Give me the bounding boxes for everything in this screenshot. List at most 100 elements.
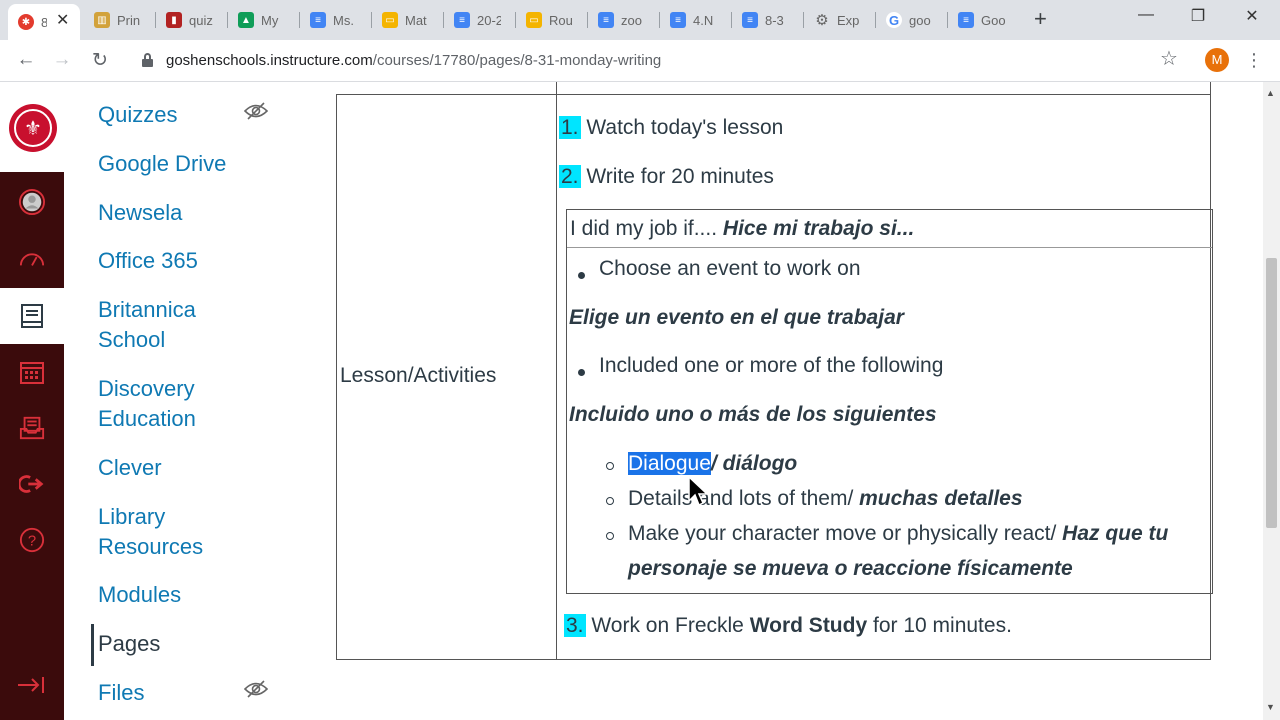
bullet-2-es: Incluido uno o más de los siguientes bbox=[569, 403, 937, 426]
nav-dashboard[interactable] bbox=[0, 230, 64, 286]
bullet-1-es: Elige un evento en el que trabajar bbox=[569, 306, 904, 329]
lock-icon bbox=[142, 53, 153, 67]
tab-title: quiz bbox=[189, 12, 213, 28]
sub-bullet bbox=[606, 462, 614, 470]
course-nav-office-365[interactable]: Office 365 bbox=[98, 246, 198, 276]
url-path: /courses/17780/pages/8-31-monday-writing bbox=[372, 52, 662, 69]
account-icon bbox=[19, 189, 45, 215]
inbox-icon bbox=[19, 415, 45, 441]
library-icon: ▥ bbox=[94, 12, 110, 28]
url-text: goshenschools.instructure.com/courses/17… bbox=[166, 52, 661, 69]
tab-my-drive[interactable]: ▲ My bbox=[228, 6, 298, 34]
sub-item-dialogue: Dialogue/ diálogo bbox=[628, 452, 797, 476]
hidden-eye-icon bbox=[244, 680, 268, 698]
course-nav-quizzes[interactable]: Quizzes bbox=[98, 100, 177, 130]
scrollbar-thumb[interactable] bbox=[1266, 258, 1277, 528]
restore-button[interactable]: ❐ bbox=[1178, 6, 1218, 26]
course-nav-britannica[interactable]: Britannica School bbox=[98, 295, 228, 355]
step-2: 2. Write for 20 minutes bbox=[559, 165, 774, 189]
nav-commons[interactable] bbox=[0, 456, 64, 512]
close-tab-icon[interactable]: ✕ bbox=[56, 10, 69, 30]
address-bar[interactable]: goshenschools.instructure.com/courses/17… bbox=[130, 45, 1200, 77]
tab-prin[interactable]: ▥ Prin bbox=[84, 6, 154, 34]
close-window-button[interactable]: ✕ bbox=[1232, 6, 1272, 26]
commons-arrow-icon bbox=[19, 471, 45, 497]
scroll-down-arrow[interactable]: ▼ bbox=[1266, 702, 1275, 712]
course-nav-clever[interactable]: Clever bbox=[98, 453, 162, 483]
selected-text[interactable]: Dialogue bbox=[628, 452, 711, 475]
step-number: 1. bbox=[559, 116, 581, 139]
course-nav-library[interactable]: Library Resources bbox=[98, 502, 228, 562]
tab-title: Rou bbox=[549, 12, 573, 28]
page-scrollbar[interactable]: ▲ ▼ bbox=[1263, 82, 1280, 720]
course-nav-pages[interactable]: Pages bbox=[98, 629, 160, 659]
new-tab-button[interactable]: + bbox=[1034, 8, 1047, 30]
tab-title: goo bbox=[909, 12, 931, 28]
nav-account[interactable] bbox=[0, 174, 64, 230]
collapse-nav-icon[interactable] bbox=[16, 674, 46, 700]
success-criteria-table: I did my job if.... Hice mi trabajo si..… bbox=[566, 209, 1213, 594]
tab-google[interactable]: G goo bbox=[876, 6, 946, 34]
svg-text:?: ? bbox=[28, 534, 36, 550]
table-border bbox=[336, 94, 1211, 95]
nav-inbox[interactable] bbox=[0, 400, 64, 456]
course-nav-newsela[interactable]: Newsela bbox=[98, 198, 182, 228]
tab-exp[interactable]: ⚙ Exp bbox=[804, 6, 874, 34]
minimize-button[interactable]: — bbox=[1126, 6, 1166, 24]
nav-help[interactable]: ? bbox=[0, 512, 64, 568]
tab-title: 8-3 bbox=[765, 12, 784, 28]
tab-title: 4.N bbox=[693, 12, 714, 28]
reload-button[interactable]: ↻ bbox=[88, 49, 112, 72]
tab-mat[interactable]: ▭ Mat bbox=[372, 6, 442, 34]
browser-tab-strip: ✱ 8 ✕ ▥ Prin ▮ quiz ▲ My ≡ Ms. ▭ Mat ≡ 2… bbox=[0, 0, 1280, 40]
google-icon: G bbox=[886, 12, 902, 28]
bullet-1: Choose an event to work on bbox=[599, 257, 861, 280]
nav-courses[interactable] bbox=[0, 288, 64, 344]
sub-item-en: Details and lots of them/ bbox=[628, 487, 854, 510]
tab-title: 20-2 bbox=[477, 12, 501, 28]
profile-avatar[interactable]: M bbox=[1205, 48, 1229, 72]
tab-goo-docs[interactable]: ≡ Goo bbox=[948, 6, 1018, 34]
url-host: goshenschools.instructure.com bbox=[166, 52, 373, 69]
tab-title: Goo bbox=[981, 12, 1005, 28]
school-logo[interactable]: ⚜ bbox=[0, 82, 64, 172]
global-navigation: ⚜ ? bbox=[0, 82, 64, 720]
tab-8-3[interactable]: ≡ 8-3 bbox=[732, 6, 802, 34]
course-nav-modules[interactable]: Modules bbox=[98, 580, 181, 610]
bookmark-star-icon[interactable]: ☆ bbox=[1160, 46, 1178, 71]
forward-button[interactable]: → bbox=[50, 49, 74, 71]
course-nav-files[interactable]: Files bbox=[98, 678, 144, 708]
tab-title: Prin bbox=[117, 12, 141, 28]
step-text-bold: Word Study bbox=[749, 614, 868, 637]
tab-ms[interactable]: ≡ Ms. bbox=[300, 6, 370, 34]
tab-20-2[interactable]: ≡ 20-2 bbox=[444, 6, 514, 34]
criteria-es: Hice mi trabajo si... bbox=[722, 217, 915, 240]
calendar-icon bbox=[19, 359, 45, 385]
docs-icon: ≡ bbox=[454, 12, 470, 28]
tab-zoo[interactable]: ≡ zoo bbox=[588, 6, 658, 34]
scroll-up-arrow[interactable]: ▲ bbox=[1266, 88, 1275, 98]
tab-title: zoo bbox=[621, 12, 642, 28]
drive-icon: ▲ bbox=[238, 12, 254, 28]
back-button[interactable]: ← bbox=[14, 49, 38, 71]
sub-item-es: muchas detalles bbox=[859, 487, 1023, 510]
tab-quiz[interactable]: ▮ quiz bbox=[156, 6, 226, 34]
step-number: 2. bbox=[559, 165, 581, 188]
nav-calendar[interactable] bbox=[0, 344, 64, 400]
sub-item-en: Make your character move or physically r… bbox=[628, 522, 1057, 545]
tab-title: My bbox=[261, 12, 279, 28]
step-1: 1. Watch today's lesson bbox=[559, 116, 783, 140]
browser-menu-icon[interactable]: ⋮ bbox=[1245, 50, 1263, 71]
course-nav-discovery[interactable]: Discovery Education bbox=[98, 374, 228, 434]
step-text: Write for 20 minutes bbox=[586, 165, 774, 188]
sub-item-es: / diálogo bbox=[710, 452, 798, 475]
sub-item-character: Make your character move or physically r… bbox=[628, 522, 1168, 546]
course-nav-google-drive[interactable]: Google Drive bbox=[98, 149, 226, 179]
bullet-dot bbox=[578, 369, 585, 376]
mouse-cursor-icon bbox=[688, 475, 709, 508]
tab-4n[interactable]: ≡ 4.N bbox=[660, 6, 730, 34]
tab-rou[interactable]: ▭ Rou bbox=[516, 6, 586, 34]
sheets-chart-icon: ▮ bbox=[166, 12, 182, 28]
step-text: Watch today's lesson bbox=[586, 116, 784, 139]
step-number: 3. bbox=[564, 614, 586, 637]
